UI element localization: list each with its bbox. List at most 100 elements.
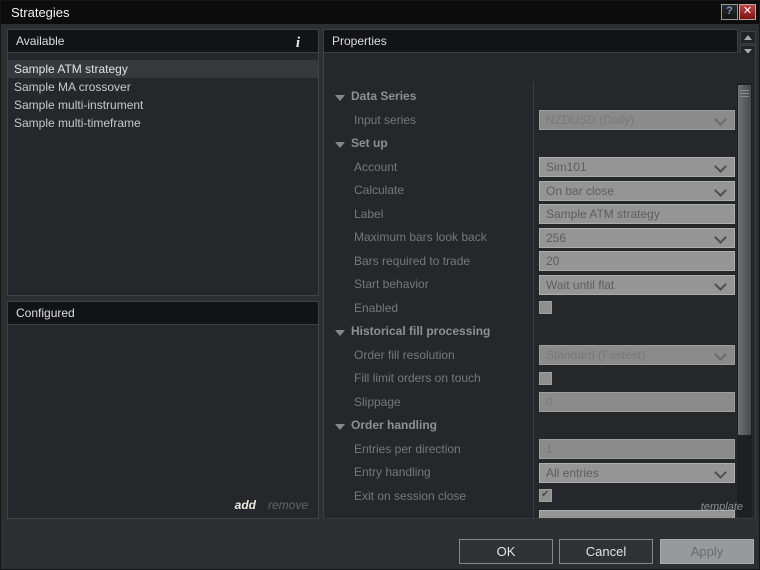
dropdown[interactable]: Wait until flat — [539, 275, 735, 295]
property-row-clipped — [325, 508, 736, 518]
property-editor: NZDUSD (Daily) — [539, 110, 735, 130]
field-value: Sample ATM strategy — [546, 207, 660, 221]
property-category[interactable]: Data Series — [325, 85, 736, 109]
help-button[interactable]: ? — [721, 4, 738, 20]
chevron-down-icon — [714, 160, 727, 173]
collapse-triangle-icon — [335, 424, 345, 430]
property-editor: On bar close — [539, 181, 735, 201]
field-value: Sim101 — [546, 160, 587, 174]
collapse-triangle-icon — [335, 330, 345, 336]
property-row: Input seriesNZDUSD (Daily) — [325, 109, 736, 133]
chevron-down-icon — [714, 278, 727, 291]
close-icon[interactable]: ✕ — [739, 4, 756, 20]
field-value: 20 — [546, 254, 559, 268]
property-row: LabelSample ATM strategy — [325, 203, 736, 227]
field-value: 256 — [546, 231, 566, 245]
property-row: Enabled — [325, 297, 736, 321]
property-row: Bars required to trade20 — [325, 250, 736, 274]
text-input[interactable]: 0 — [539, 392, 735, 412]
property-row: Exit on session close — [325, 485, 736, 509]
property-editor: 1 — [539, 439, 735, 459]
window-title: Strategies — [11, 5, 70, 20]
properties-header: Properties — [323, 29, 738, 53]
chevron-down-icon — [714, 113, 727, 126]
property-editor: Wait until flat — [539, 275, 735, 295]
list-item[interactable]: Sample multi-instrument — [8, 96, 318, 114]
ok-button[interactable]: OK — [459, 539, 553, 564]
text-input[interactable]: 20 — [539, 251, 735, 271]
dropdown[interactable]: All entries — [539, 463, 735, 483]
property-row: Order fill resolutionStandard (Fastest) — [325, 344, 736, 368]
strategies-dialog: Strategies ? ✕ Available i Sample ATM st… — [0, 0, 760, 570]
field-value: Wait until flat — [546, 278, 614, 292]
property-category[interactable]: Historical fill processing — [325, 320, 736, 344]
property-row: Fill limit orders on touch — [325, 367, 736, 391]
property-category[interactable]: Order handling — [325, 414, 736, 438]
category-label: Historical fill processing — [325, 320, 736, 344]
add-link[interactable]: add — [235, 498, 256, 512]
cancel-button[interactable]: Cancel — [559, 539, 653, 564]
chevron-down-icon — [714, 184, 727, 197]
configured-header: Configured — [7, 301, 319, 325]
available-list[interactable]: Sample ATM strategySample MA crossoverSa… — [7, 53, 319, 296]
property-row: Slippage0 — [325, 391, 736, 415]
available-header-label: Available — [16, 34, 64, 48]
title-bar[interactable]: Strategies ? ✕ — [1, 1, 759, 24]
info-icon[interactable]: i — [296, 32, 300, 54]
dropdown[interactable]: Sim101 — [539, 157, 735, 177]
configured-actions: add remove — [235, 498, 308, 512]
property-row: CalculateOn bar close — [325, 179, 736, 203]
dropdown[interactable]: Standard (Fastest) — [539, 345, 735, 365]
dropdown[interactable]: NZDUSD (Daily) — [539, 110, 735, 130]
text-input[interactable]: 1 — [539, 439, 735, 459]
chevron-down-icon — [714, 231, 727, 244]
field-value: On bar close — [546, 184, 614, 198]
property-row: AccountSim101 — [325, 156, 736, 180]
property-editor: Sample ATM strategy — [539, 204, 735, 224]
chevron-down-icon — [714, 466, 727, 479]
checkbox[interactable] — [539, 301, 552, 314]
property-category[interactable]: Set up — [325, 132, 736, 156]
category-label: Set up — [325, 132, 736, 156]
field-value: 1 — [546, 442, 553, 456]
apply-button[interactable]: Apply — [660, 539, 754, 564]
available-header: Available i — [7, 29, 319, 53]
dropdown[interactable]: On bar close — [539, 181, 735, 201]
property-grid: Data SeriesInput seriesNZDUSD (Daily)Set… — [325, 82, 736, 518]
template-link[interactable]: template — [701, 501, 743, 513]
property-editor — [539, 369, 735, 389]
property-row: Start behaviorWait until flat — [325, 273, 736, 297]
collapse-triangle-icon — [335, 95, 345, 101]
property-editor: 20 — [539, 251, 735, 271]
field-value: 0 — [546, 395, 553, 409]
property-row: Entries per direction1 — [325, 438, 736, 462]
property-grid-box: Data SeriesInput seriesNZDUSD (Daily)Set… — [325, 82, 756, 519]
property-editor — [539, 298, 735, 318]
configured-header-label: Configured — [16, 306, 75, 320]
category-label: Order handling — [325, 414, 736, 438]
checkbox[interactable] — [539, 372, 552, 385]
property-editor: 256 — [539, 228, 735, 248]
remove-link[interactable]: remove — [268, 498, 308, 512]
configured-list[interactable]: add remove — [7, 325, 319, 519]
scroll-up-icon[interactable] — [740, 31, 756, 44]
field-value: Standard (Fastest) — [546, 348, 645, 362]
dropdown[interactable]: 256 — [539, 228, 735, 248]
field-value: NZDUSD (Daily) — [546, 113, 634, 127]
category-label: Data Series — [325, 85, 736, 109]
available-panel: Available i Sample ATM strategySample MA… — [7, 29, 319, 296]
list-item[interactable]: Sample MA crossover — [8, 78, 318, 96]
field-value: All entries — [546, 466, 599, 480]
properties-header-label: Properties — [332, 34, 387, 48]
collapse-triangle-icon — [335, 142, 345, 148]
property-editor: Sim101 — [539, 157, 735, 177]
property-editor: Standard (Fastest) — [539, 345, 735, 365]
scrollbar-thumb[interactable] — [738, 85, 751, 435]
list-item[interactable]: Sample ATM strategy — [8, 60, 318, 78]
scrollbar[interactable] — [737, 83, 752, 517]
text-input[interactable]: Sample ATM strategy — [539, 204, 735, 224]
checkbox[interactable] — [539, 489, 552, 502]
property-row: Entry handlingAll entries — [325, 461, 736, 485]
list-item[interactable]: Sample multi-timeframe — [8, 114, 318, 132]
properties-body: Data SeriesInput seriesNZDUSD (Daily)Set… — [323, 53, 756, 519]
